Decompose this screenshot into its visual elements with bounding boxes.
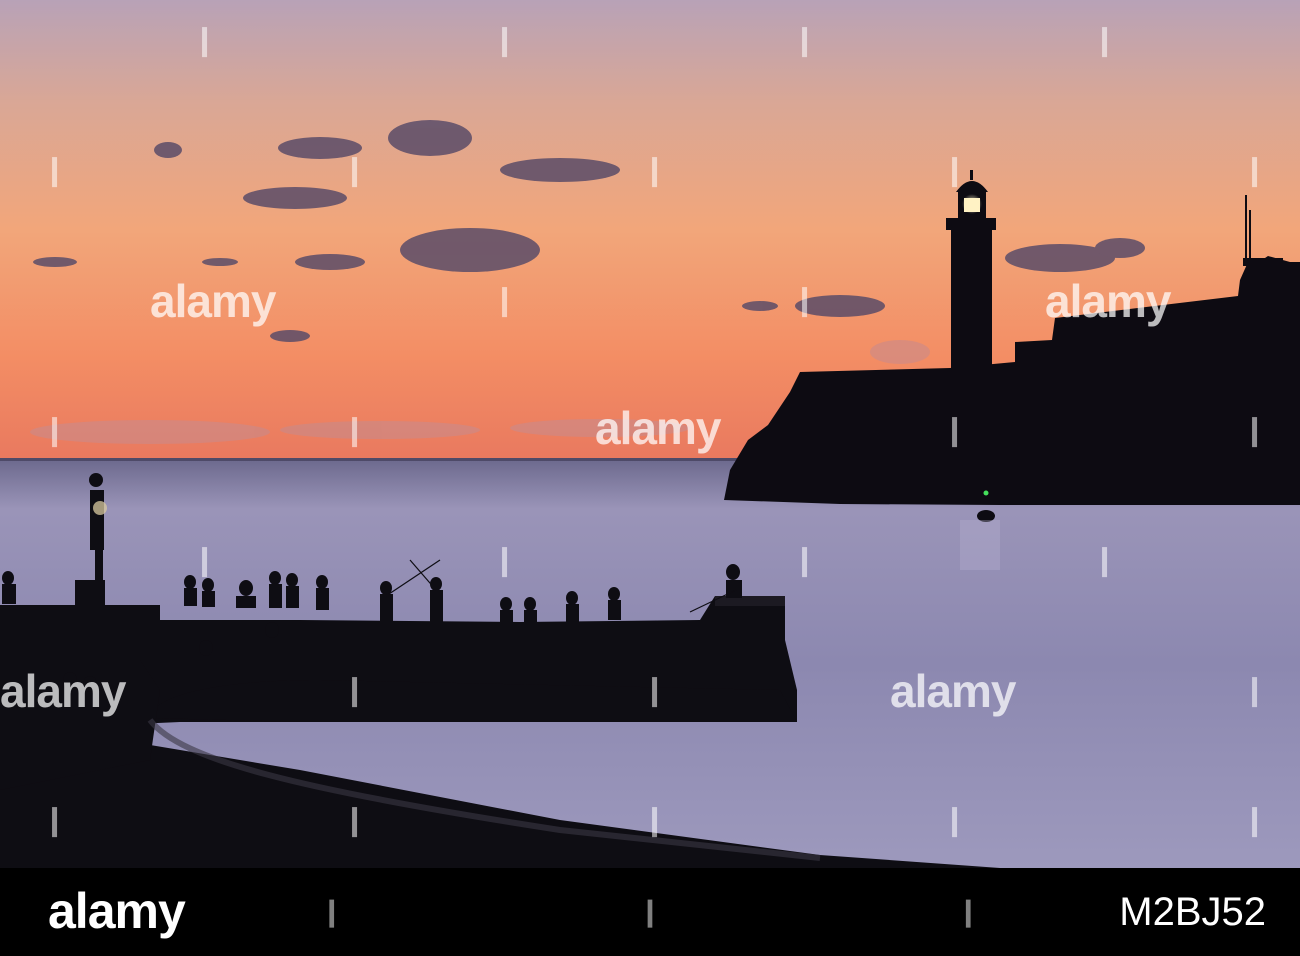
watermark-dot: ❙ (638, 895, 662, 928)
watermark-dot: ❙ (342, 153, 368, 188)
street-lamp (93, 501, 107, 515)
watermark-dot: ❙ (342, 673, 368, 708)
watermark-dot: ❙ (492, 23, 518, 58)
lighthouse-tower (951, 228, 992, 372)
watermark-dot: ❙ (792, 283, 818, 318)
watermark-dot: ❙ (1242, 803, 1268, 838)
watermark-dot: ❙ (492, 283, 518, 318)
watermark-alamy-5: alamy (890, 665, 1016, 717)
watermark-alamy-1: alamy (150, 275, 276, 327)
watermark-dot: ❙ (956, 895, 980, 928)
watermark-dot: ❙ (942, 803, 968, 838)
watermark-dot: ❙ (42, 803, 68, 838)
footer-bar: alamy ❙ ❙ ❙ M2BJ52 (0, 868, 1300, 956)
watermark-dot: ❙ (192, 23, 218, 58)
watermark-dot: ❙ (642, 803, 668, 838)
watermark-alamy-3: alamy (1045, 275, 1171, 327)
watermark-dot: ❙ (492, 543, 518, 578)
watermark-dot: ❙ (942, 153, 968, 188)
watermark-dot: ❙ (342, 803, 368, 838)
watermark-dot: ❙ (642, 153, 668, 188)
watermark-dot: ❙ (1092, 543, 1118, 578)
watermark-alamy-2: alamy (595, 402, 721, 454)
watermark-dot: ❙ (1242, 673, 1268, 708)
watermark-dot: ❙ (942, 413, 968, 448)
watermark-dot: ❙ (192, 543, 218, 578)
watermark-dot: ❙ (1242, 413, 1268, 448)
footer-logo: alamy (48, 883, 186, 939)
watermark-dot: ❙ (792, 543, 818, 578)
photo-frame: alamy alamy alamy alamy alamy ❙ ❙ ❙ ❙ ❙ … (0, 0, 1300, 956)
watermark-dot: ❙ (1092, 23, 1118, 58)
footer-dots: ❙ ❙ ❙ (320, 898, 980, 926)
watermark-dot: ❙ (642, 673, 668, 708)
image-id: M2BJ52 (1119, 890, 1266, 934)
watermark-dot: ❙ (342, 413, 368, 448)
watermark-dot: ❙ (1242, 153, 1268, 188)
watermark-dot: ❙ (792, 23, 818, 58)
watermark-alamy-4: alamy (0, 665, 126, 717)
watermark-dot: ❙ (42, 413, 68, 448)
watermark-dot: ❙ (320, 895, 344, 928)
watermark-dot: ❙ (42, 153, 68, 188)
